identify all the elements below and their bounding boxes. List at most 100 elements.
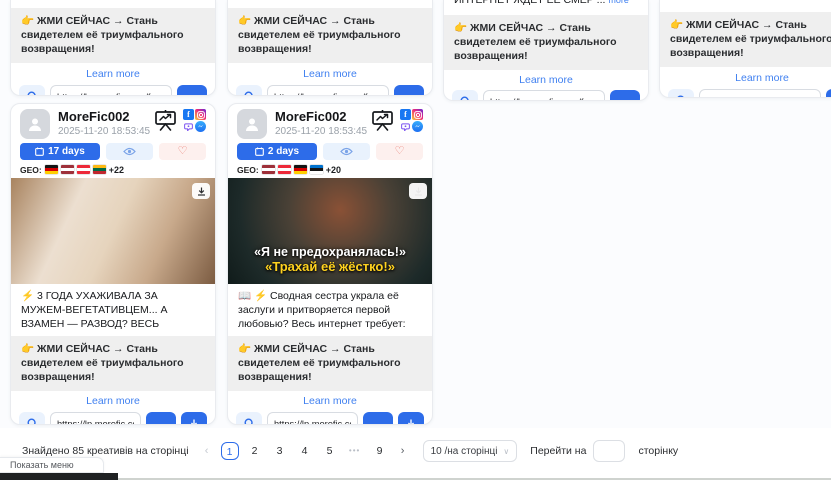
views-button[interactable] bbox=[106, 143, 153, 160]
audience-network-icon bbox=[400, 121, 411, 132]
header-icons: f bbox=[154, 109, 206, 132]
account-info: MoreFic002 2025-11-20 18:53:45 bbox=[275, 109, 367, 138]
download-image-button[interactable] bbox=[409, 183, 427, 199]
calendar-icon bbox=[255, 147, 264, 156]
search-button[interactable] bbox=[236, 85, 262, 96]
presentation-chart-icon[interactable] bbox=[154, 109, 177, 131]
pagination-bar: Знайдено 85 креативів на сторінці ‹ 1 2 … bbox=[0, 428, 831, 480]
search-icon bbox=[244, 91, 255, 96]
arrow-right-icon: → bbox=[619, 95, 631, 101]
creative-card-partial-4: 👉 ЖМИ СЕЙЧАС → Стань свидетелем её триум… bbox=[659, 0, 831, 98]
landing-url-input[interactable] bbox=[50, 85, 172, 96]
search-button[interactable] bbox=[19, 85, 45, 96]
page-button-3[interactable]: 3 bbox=[271, 442, 289, 460]
learn-more-link[interactable]: Learn more bbox=[444, 74, 648, 86]
card-header: MoreFic002 2025-11-20 18:53:45 f bbox=[11, 104, 215, 139]
open-url-button[interactable]: → bbox=[394, 85, 424, 96]
geo-flags bbox=[45, 165, 106, 174]
goto-page-input[interactable] bbox=[593, 440, 625, 462]
page-button-4[interactable]: 4 bbox=[296, 442, 314, 460]
flag-de-icon bbox=[45, 165, 58, 174]
geo-more-count[interactable]: +22 bbox=[109, 165, 124, 175]
per-page-select[interactable]: 10 /на сторінці ∨ bbox=[423, 440, 518, 462]
page-button-2[interactable]: 2 bbox=[246, 442, 264, 460]
search-button[interactable] bbox=[668, 89, 694, 98]
truncated-description: ИНТЕРНЕТ ЖДЁТ ЕЁ СМЕР ... more bbox=[454, 0, 638, 9]
search-icon bbox=[676, 95, 687, 98]
flag-at-icon bbox=[77, 165, 90, 174]
download-icon bbox=[406, 419, 416, 425]
views-button[interactable] bbox=[323, 143, 370, 160]
menu-edge-strip bbox=[0, 473, 118, 480]
days-active-button[interactable]: 17 days bbox=[20, 143, 100, 160]
card-header: MoreFic002 2025-11-20 18:53:45 f bbox=[228, 104, 432, 139]
show-menu-button[interactable]: Показать меню bbox=[0, 457, 104, 473]
creative-card-2: MoreFic002 2025-11-20 18:53:45 f 2 days bbox=[227, 103, 433, 425]
card-actions: 2 days ♡ bbox=[237, 143, 423, 160]
creative-card-partial-3: ИНТЕРНЕТ ЖДЁТ ЕЁ СМЕР ... more 👉 ЖМИ СЕЙ… bbox=[443, 0, 649, 101]
account-name: MoreFic002 bbox=[58, 109, 150, 125]
download-icon bbox=[189, 419, 199, 425]
heart-icon: ♡ bbox=[178, 146, 188, 157]
learn-more-link[interactable]: Learn more bbox=[228, 68, 432, 80]
flag-de-icon bbox=[294, 165, 307, 174]
creative-image[interactable]: «Я не предохранялась!» «Трахай её жёстко… bbox=[228, 178, 432, 284]
person-icon bbox=[26, 115, 44, 133]
open-url-button[interactable]: → bbox=[146, 412, 176, 425]
open-url-button[interactable]: → bbox=[363, 412, 393, 425]
favorite-button[interactable]: ♡ bbox=[159, 143, 206, 160]
cta-text: 👉 ЖМИ СЕЙЧАС → Стань свидетелем её триум… bbox=[228, 336, 432, 391]
instagram-icon bbox=[195, 109, 206, 120]
presentation-chart-icon[interactable] bbox=[371, 109, 394, 131]
flag-at-icon bbox=[278, 165, 291, 174]
search-button[interactable] bbox=[19, 412, 45, 425]
landing-url-input[interactable] bbox=[483, 90, 605, 101]
learn-more-link[interactable]: Learn more bbox=[660, 72, 831, 84]
page-button-1[interactable]: 1 bbox=[221, 442, 239, 460]
avatar bbox=[20, 109, 50, 139]
url-row: → bbox=[660, 89, 831, 98]
open-url-button[interactable]: → bbox=[610, 90, 640, 101]
ad-spy-dashboard: 👉 ЖМИ СЕЙЧАС → Стань свидетелем её триум… bbox=[0, 0, 831, 480]
eye-icon bbox=[340, 147, 353, 156]
search-button[interactable] bbox=[452, 90, 478, 101]
download-creative-button[interactable] bbox=[181, 412, 207, 425]
geo-more-count[interactable]: +20 bbox=[326, 165, 341, 175]
landing-url-input[interactable] bbox=[267, 85, 389, 96]
learn-more-link[interactable]: Learn more bbox=[11, 395, 215, 407]
geo-row: GEO: +22 bbox=[20, 165, 206, 174]
open-url-button[interactable]: → bbox=[177, 85, 207, 96]
url-row: → bbox=[444, 90, 648, 101]
geo-label: GEO: bbox=[237, 165, 259, 175]
goto-prefix: Перейти на bbox=[530, 445, 586, 457]
landing-url-input[interactable] bbox=[699, 89, 821, 98]
arrow-right-icon: → bbox=[155, 417, 167, 425]
download-icon bbox=[414, 187, 423, 196]
account-info: MoreFic002 2025-11-20 18:53:45 bbox=[58, 109, 150, 138]
page-button-9[interactable]: 9 bbox=[371, 442, 389, 460]
arrow-right-icon: → bbox=[403, 90, 415, 96]
overlay-line-2: «Трахай её жёстко!» bbox=[228, 259, 432, 274]
next-page-button[interactable]: › bbox=[396, 445, 410, 457]
more-link[interactable]: more bbox=[608, 0, 629, 5]
days-active-button[interactable]: 2 days bbox=[237, 143, 317, 160]
favorite-button[interactable]: ♡ bbox=[376, 143, 423, 160]
prev-page-button[interactable]: ‹ bbox=[200, 445, 214, 457]
download-image-button[interactable] bbox=[192, 183, 210, 199]
learn-more-link[interactable]: Learn more bbox=[228, 395, 432, 407]
pages-ellipsis[interactable]: ••• bbox=[346, 442, 364, 460]
download-creative-button[interactable] bbox=[398, 412, 424, 425]
page-button-5[interactable]: 5 bbox=[321, 442, 339, 460]
search-button[interactable] bbox=[236, 412, 262, 425]
flag-lv-icon bbox=[61, 165, 74, 174]
flag-ee-icon bbox=[310, 165, 323, 174]
landing-url-input[interactable] bbox=[267, 412, 358, 425]
url-row: → bbox=[228, 85, 432, 96]
person-icon bbox=[243, 115, 261, 133]
open-url-button[interactable]: → bbox=[826, 89, 831, 98]
creative-image[interactable] bbox=[11, 178, 215, 284]
header-icons: f bbox=[371, 109, 423, 132]
landing-url-input[interactable] bbox=[50, 412, 141, 425]
learn-more-link[interactable]: Learn more bbox=[11, 68, 215, 80]
creative-date: 2025-11-20 18:53:45 bbox=[275, 125, 367, 138]
